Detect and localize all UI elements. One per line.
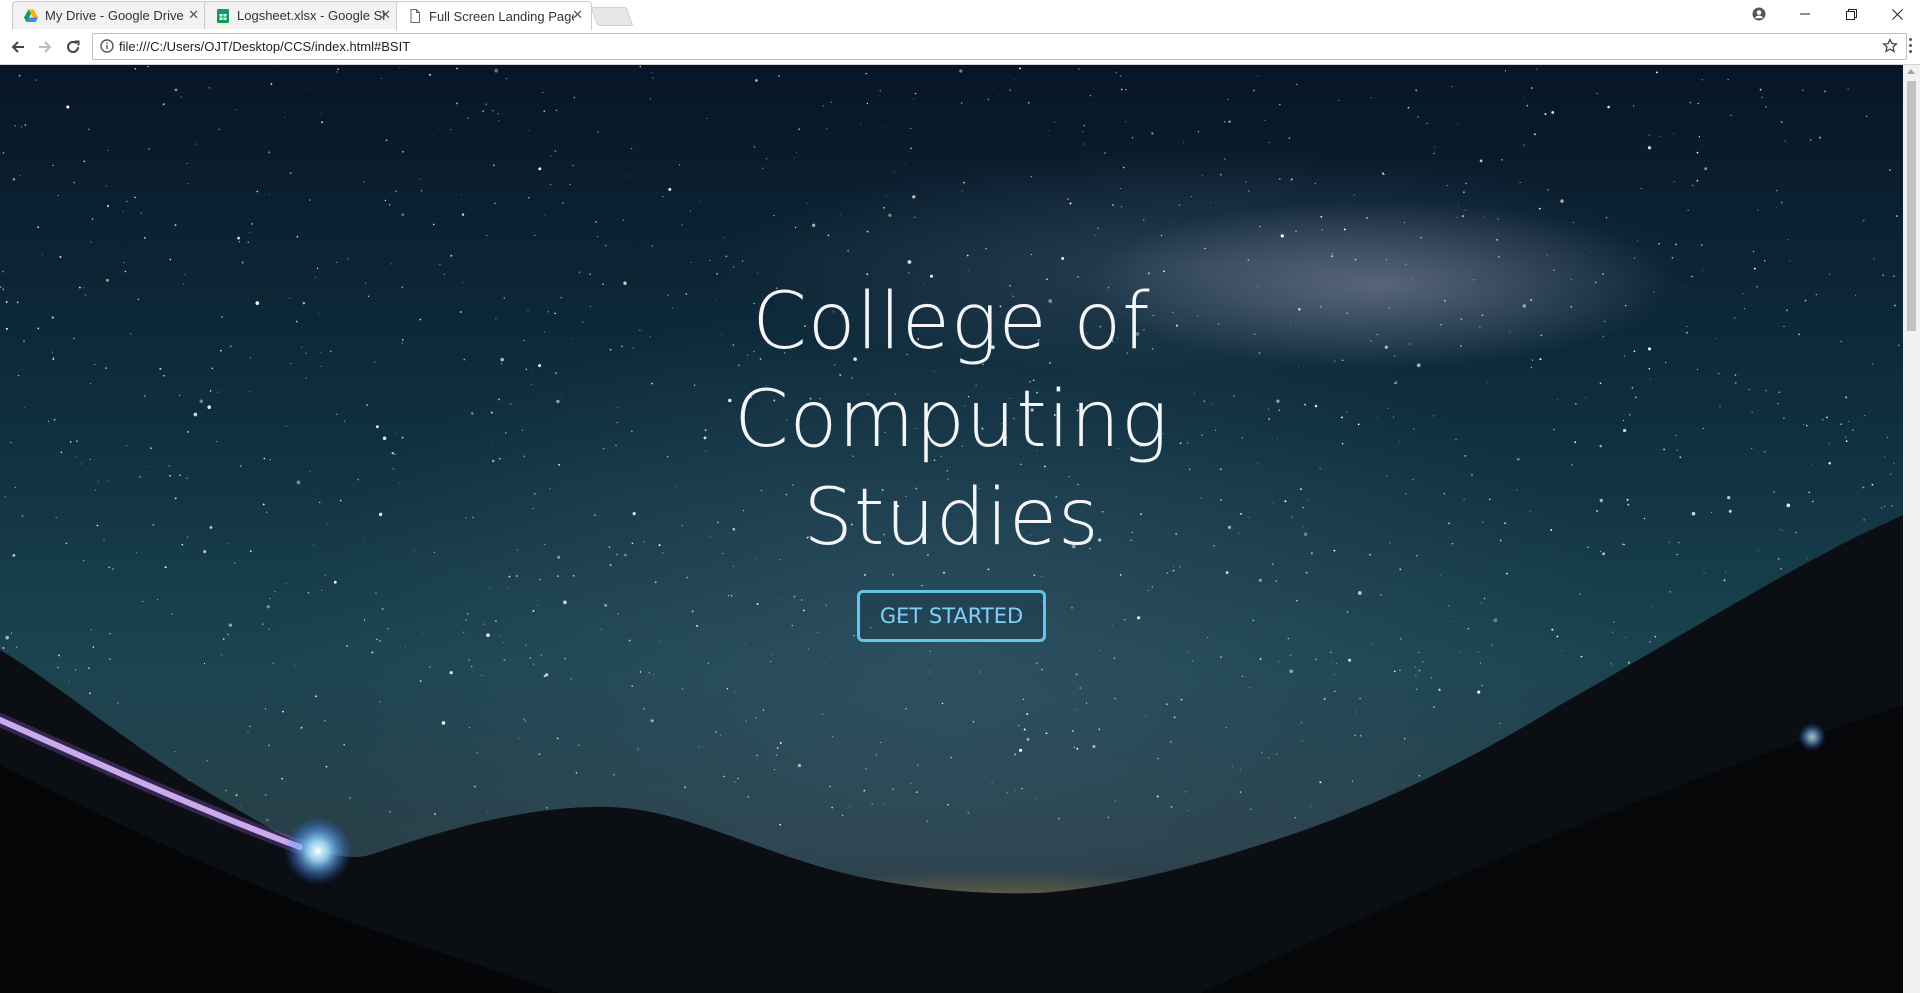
close-icon[interactable]: ✕ [188,8,199,22]
back-arrow-icon[interactable] [8,37,28,57]
bookmark-star-icon[interactable] [1882,38,1898,54]
close-icon[interactable]: ✕ [380,8,391,22]
google-sheets-icon [217,8,229,23]
tab-google-drive[interactable]: My Drive - Google Drive ✕ [12,1,208,29]
close-icon[interactable]: ✕ [572,8,583,22]
address-bar[interactable]: file:///C:/Users/OJT/Desktop/CCS/index.h… [92,33,1907,60]
info-icon[interactable] [100,39,114,53]
tab-title: Full Screen Landing Page [429,8,574,24]
window-controls [1736,0,1920,28]
scroll-up-arrow-icon[interactable] [1907,69,1915,74]
tab-landing-page[interactable]: Full Screen Landing Page ✕ [396,1,592,30]
url-text[interactable]: file:///C:/Users/OJT/Desktop/CCS/index.h… [119,39,410,54]
google-drive-icon [24,9,38,22]
hero-title: College of Computing Studies [734,277,1169,563]
tab-title: Logsheet.xlsx - Google Sheets [237,8,387,23]
reload-icon[interactable] [63,37,83,57]
forward-arrow-icon[interactable] [35,37,55,57]
browser-toolbar: file:///C:/Users/OJT/Desktop/CCS/index.h… [0,29,1920,65]
minimize-icon[interactable] [1782,0,1828,28]
tab-strip: My Drive - Google Drive ✕ Logsheet.xlsx … [0,0,1920,30]
close-window-icon[interactable] [1874,0,1920,28]
landing-hero-background: College of Computing Studies GET STARTED [0,65,1903,993]
tab-logsheet[interactable]: Logsheet.xlsx - Google Sheets ✕ [204,1,400,29]
hero-section: College of Computing Studies GET STARTED [0,273,1903,642]
document-icon [410,9,420,23]
scrollbar-thumb[interactable] [1907,81,1916,331]
tab-title: My Drive - Google Drive [45,8,184,23]
profile-icon[interactable] [1736,0,1782,28]
new-tab-button[interactable] [590,7,634,26]
vertical-scrollbar[interactable] [1903,65,1920,993]
get-started-button[interactable]: GET STARTED [856,590,1047,642]
restore-icon[interactable] [1828,0,1874,28]
menu-icon[interactable] [1909,38,1913,53]
